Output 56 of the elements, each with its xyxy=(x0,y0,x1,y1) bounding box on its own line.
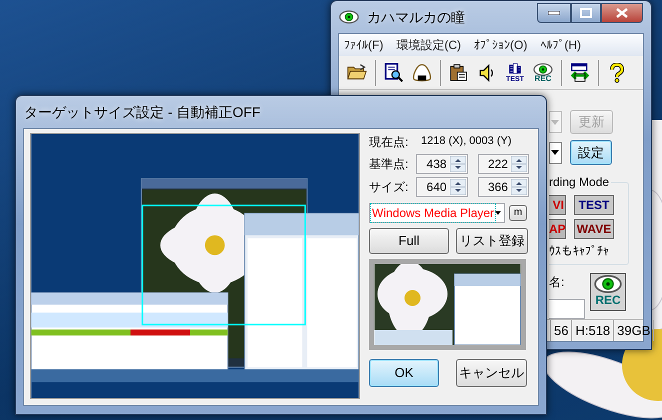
coordinate-text: 1218 (X), 0003 (Y) xyxy=(421,134,512,149)
window-arrows-icon xyxy=(570,62,590,82)
m-button[interactable]: m xyxy=(509,205,527,221)
field-label: サイズ: xyxy=(369,179,410,196)
eye-icon xyxy=(339,10,359,24)
building-icon xyxy=(508,62,522,76)
field-label: 基準点: xyxy=(369,156,410,173)
status-text: 39GB xyxy=(614,320,654,341)
spinner-icon xyxy=(510,156,527,172)
app-dropdown[interactable]: Windows Media Player xyxy=(369,203,505,223)
minimize-icon xyxy=(548,11,560,15)
button[interactable]: 設定 xyxy=(570,140,612,165)
number-field[interactable]: 366 xyxy=(478,177,529,197)
field-label: 現在点: xyxy=(369,134,410,151)
question-mark-icon xyxy=(607,62,627,82)
caret-icon xyxy=(551,120,559,124)
menu-item[interactable]: ﾍﾙﾌﾟ(H) xyxy=(535,34,589,56)
close-icon xyxy=(616,8,628,18)
maximize-button[interactable] xyxy=(571,3,601,23)
field-label: 名: xyxy=(549,274,566,291)
menu-item[interactable]: ｵﾌﾟｼｮﾝ(O) xyxy=(469,34,536,56)
maximize-icon xyxy=(580,8,592,18)
cancel-button[interactable]: キャンセル xyxy=(456,359,527,387)
group-title: rding Mode xyxy=(549,175,612,190)
caret-icon xyxy=(495,210,501,216)
menu-item[interactable]: ﾌｧｲﾙ(F) xyxy=(339,34,392,56)
toolbar-button[interactable]: REC xyxy=(530,56,556,88)
spinner-icon xyxy=(450,179,466,195)
status-text: 56 xyxy=(551,320,572,341)
status-text: H:518 xyxy=(572,320,614,341)
clipboard-icon xyxy=(449,62,469,82)
mode-button[interactable]: WAVE xyxy=(574,219,614,239)
text-field[interactable] xyxy=(549,299,585,319)
full-button[interactable]: Full xyxy=(369,228,449,254)
number-field[interactable]: 640 xyxy=(416,177,468,197)
number-field[interactable]: 438 xyxy=(416,154,468,174)
checkbox-label: ｳｽもｷｬﾌﾟﾁｬ xyxy=(549,243,610,260)
folder-icon xyxy=(347,62,367,82)
window-title: カハマルカの瞳 xyxy=(367,8,465,26)
page-magnifier-icon xyxy=(384,62,404,82)
minimize-button[interactable] xyxy=(537,3,571,23)
list-register-button[interactable]: リスト登録 xyxy=(456,228,528,254)
menu-item[interactable]: 環境設定(C) xyxy=(391,34,469,56)
caret-icon xyxy=(551,150,559,155)
mode-button[interactable]: TEST xyxy=(574,195,614,215)
ok-button[interactable]: OK xyxy=(369,359,439,387)
window-title: ターゲットサイズ設定 - 自動補正OFF xyxy=(24,102,260,122)
spinner-icon xyxy=(450,156,466,172)
eye-icon xyxy=(594,274,622,294)
eye-icon xyxy=(532,62,554,76)
dropdown-field[interactable] xyxy=(549,142,562,164)
rec-button[interactable]: REC xyxy=(590,273,626,311)
dropdown-field[interactable] xyxy=(549,111,562,133)
close-button[interactable] xyxy=(601,3,643,23)
spinner-icon xyxy=(510,179,527,195)
number-field[interactable]: 222 xyxy=(478,154,529,174)
